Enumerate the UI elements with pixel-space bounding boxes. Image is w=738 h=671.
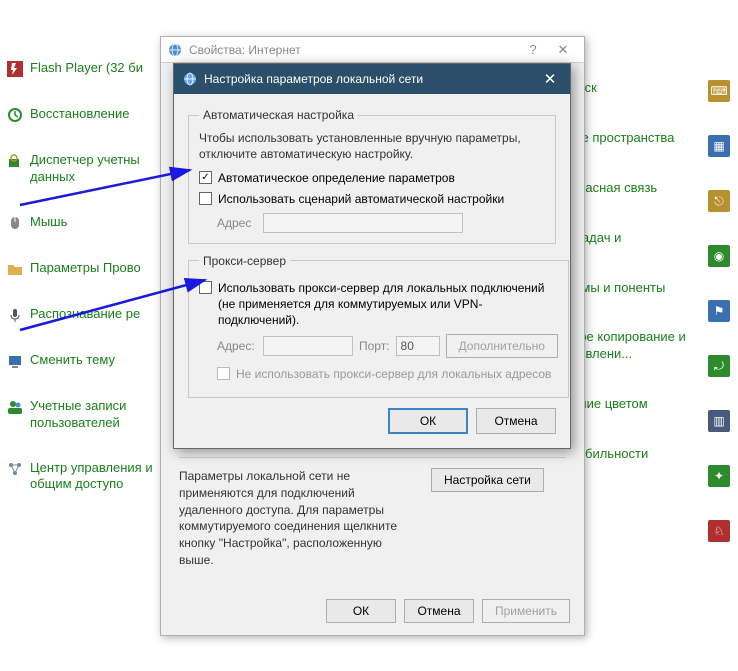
proxy-group: Прокси-сервер Использовать прокси-сервер… xyxy=(188,254,569,398)
mouse-icon xyxy=(6,214,24,232)
cp-item-credential[interactable]: Диспетчер учетны данных xyxy=(6,152,160,186)
dialog-titlebar[interactable]: Свойства: Интернет ? ✕ xyxy=(161,37,584,63)
credential-icon xyxy=(6,152,24,170)
cancel-button[interactable]: Отмена xyxy=(404,599,474,623)
use-script-checkbox[interactable] xyxy=(199,192,212,205)
cp-tile-icon[interactable]: ⎋ xyxy=(708,190,730,212)
cancel-button[interactable]: Отмена xyxy=(476,408,556,434)
bypass-local-checkbox xyxy=(217,367,230,380)
proxy-address-label: Адрес: xyxy=(217,339,257,353)
address-label: Адрес xyxy=(217,216,257,230)
cp-item-speech[interactable]: Распознавание ре xyxy=(6,306,160,324)
cp-item-network-center[interactable]: Центр управления и общим доступо xyxy=(6,460,160,494)
cp-item-flash[interactable]: Flash Player (32 би xyxy=(6,60,160,78)
cp-column-left: Flash Player (32 би Восстановление Диспе… xyxy=(0,60,160,671)
dialog-title: Свойства: Интернет xyxy=(189,43,301,57)
auto-config-desc: Чтобы использовать установленные вручную… xyxy=(199,130,545,162)
advanced-button: Дополнительно xyxy=(446,334,558,358)
cp-tile-icon[interactable]: ◉ xyxy=(708,245,730,267)
cp-tile-icon[interactable]: ⌨ xyxy=(708,80,730,102)
globe-icon xyxy=(182,71,198,87)
cp-tile-icon[interactable]: ▥ xyxy=(708,410,730,432)
dialog-titlebar[interactable]: Настройка параметров локальной сети ✕ xyxy=(174,64,570,94)
microphone-icon xyxy=(6,306,24,324)
proxy-port-label: Порт: xyxy=(359,339,390,353)
auto-config-group: Автоматическая настройка Чтобы использов… xyxy=(188,108,556,244)
cp-tile-icon[interactable]: ♘ xyxy=(708,520,730,542)
cp-item-mouse[interactable]: Мышь xyxy=(6,214,160,232)
theme-icon xyxy=(6,352,24,370)
cp-tile-icon[interactable]: ▦ xyxy=(708,135,730,157)
dialog-title: Настройка параметров локальной сети xyxy=(204,72,423,86)
cp-item-explorer[interactable]: Параметры Прово xyxy=(6,260,160,278)
proxy-address-input xyxy=(263,336,353,356)
users-icon xyxy=(6,398,24,416)
lan-description: Параметры локальной сети не применяются … xyxy=(179,468,419,569)
proxy-port-input xyxy=(396,336,440,356)
close-button[interactable]: ✕ xyxy=(530,64,570,94)
cp-tile-icon[interactable]: ⚑ xyxy=(708,300,730,322)
cp-item-theme[interactable]: Сменить тему xyxy=(6,352,160,370)
close-button[interactable]: ✕ xyxy=(548,40,578,60)
cp-tile-icon[interactable]: ✦ xyxy=(708,465,730,487)
group-legend: Прокси-сервер xyxy=(199,254,290,268)
globe-icon xyxy=(167,42,183,58)
lan-settings-button[interactable]: Настройка сети xyxy=(431,468,544,492)
auto-detect-checkbox[interactable] xyxy=(199,171,212,184)
use-proxy-checkbox[interactable] xyxy=(199,281,212,294)
group-legend: Автоматическая настройка xyxy=(199,108,358,122)
apply-button: Применить xyxy=(482,599,570,623)
script-address-input xyxy=(263,213,463,233)
auto-detect-label: Автоматическое определение параметров xyxy=(218,170,455,186)
recovery-icon xyxy=(6,106,24,124)
flash-icon xyxy=(6,60,24,78)
ok-button[interactable]: ОК xyxy=(326,599,396,623)
cp-item-recovery[interactable]: Восстановление xyxy=(6,106,160,124)
folder-icon xyxy=(6,260,24,278)
network-icon xyxy=(6,460,24,478)
use-proxy-label: Использовать прокси-сервер для локальных… xyxy=(218,280,558,329)
lan-settings-dialog: Настройка параметров локальной сети ✕ Ав… xyxy=(173,63,571,449)
ok-button[interactable]: ОК xyxy=(388,408,468,434)
use-script-label: Использовать сценарий автоматической нас… xyxy=(218,191,504,207)
cp-tile-icon[interactable]: ⤾ xyxy=(708,355,730,377)
cp-column-right-icons: ⌨ ▦ ⎋ ◉ ⚑ ⤾ ▥ ✦ ♘ xyxy=(708,60,738,671)
cp-item-users[interactable]: Учетные записи пользователей xyxy=(6,398,160,432)
help-button[interactable]: ? xyxy=(518,40,548,60)
bypass-local-label: Не использовать прокси-сервер для локаль… xyxy=(236,366,551,382)
